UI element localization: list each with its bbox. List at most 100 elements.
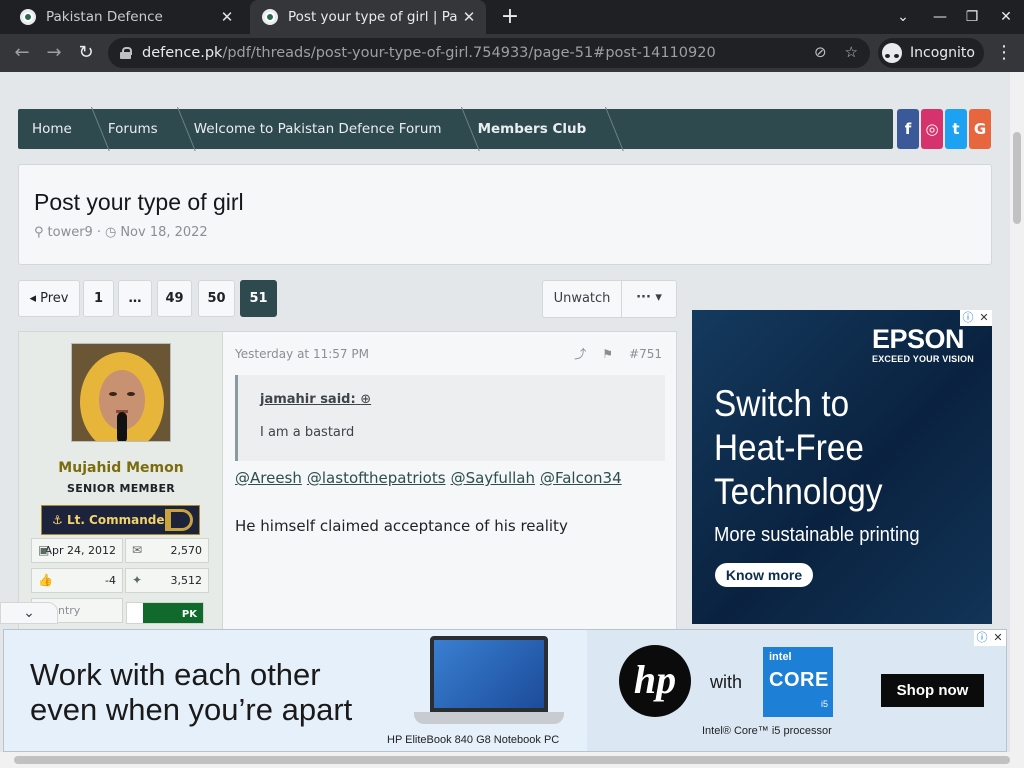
intel-gen: i5 xyxy=(821,699,829,709)
google-icon[interactable]: G xyxy=(969,109,991,149)
ad-close-icon[interactable]: ✕ xyxy=(976,310,992,326)
close-tab-icon[interactable]: ✕ xyxy=(216,8,238,26)
horizontal-scrollbar[interactable] xyxy=(0,752,1024,768)
post-body: He himself claimed acceptance of his rea… xyxy=(235,517,568,535)
mention-link[interactable]: @Falcon34 xyxy=(540,469,622,487)
page-51-current[interactable]: 51 xyxy=(240,280,277,317)
breadcrumb: Home Forums Welcome to Pakistan Defence … xyxy=(18,109,893,149)
clock-icon: ◷ xyxy=(104,225,117,240)
calendar-icon: ▣ xyxy=(38,543,50,557)
joined-date: Apr 24, 2012 xyxy=(44,544,116,557)
with-label: with xyxy=(710,672,743,692)
ad-subline: More sustainable printing xyxy=(714,524,920,546)
unwatch-button[interactable]: Unwatch xyxy=(543,281,622,317)
back-arrow-icon[interactable]: ← xyxy=(8,39,36,67)
know-more-button[interactable]: Know more xyxy=(715,563,813,587)
ad-headline-line: Switch to xyxy=(714,383,850,424)
breadcrumb-forums[interactable]: Forums xyxy=(94,109,180,149)
more-options-button[interactable]: ··· ▾ xyxy=(622,281,676,317)
messages-count: 2,570 xyxy=(170,544,203,557)
facebook-icon[interactable]: f xyxy=(897,109,919,149)
arrow-up-circle-icon: ⊕ xyxy=(360,392,372,407)
ad-info-icon[interactable]: ⓘ xyxy=(974,630,990,646)
prev-label: Prev xyxy=(40,291,69,306)
new-tab-button[interactable]: + xyxy=(498,5,522,29)
country-code: PK xyxy=(181,609,197,620)
page-50-button[interactable]: 50 xyxy=(198,280,235,317)
collapse-ad-chevron-icon[interactable]: ⌄ xyxy=(0,602,58,624)
incognito-icon xyxy=(882,43,902,63)
close-tab-icon[interactable]: ✕ xyxy=(458,8,480,26)
thread-date[interactable]: Nov 18, 2022 xyxy=(120,225,207,240)
ad-headline: Switch to Heat-Free Technology xyxy=(714,382,957,514)
breadcrumb-members-club[interactable]: Members Club xyxy=(464,109,609,149)
site-favicon-icon xyxy=(262,9,278,25)
quote-author[interactable]: jamahir said: ⊕ xyxy=(260,392,371,407)
reactions-stat: 👍 -4 xyxy=(31,568,123,593)
intel-core-badge: intel CORE i5 xyxy=(763,647,833,717)
vertical-scrollbar[interactable] xyxy=(1010,72,1024,752)
scroll-thumb[interactable] xyxy=(14,756,1010,764)
laptop-image xyxy=(414,636,564,732)
bookmark-icon[interactable]: ⚑ xyxy=(602,347,613,361)
browser-menu-icon[interactable]: ⋮ xyxy=(994,39,1014,67)
reaction-score: -4 xyxy=(105,574,116,587)
bottom-ad-headline: Work with each other even when you’re ap… xyxy=(30,657,352,727)
mention-link[interactable]: @lastofthepatriots xyxy=(307,469,446,487)
twitter-icon[interactable]: t xyxy=(945,109,967,149)
breadcrumb-home[interactable]: Home xyxy=(18,109,94,149)
minimize-icon[interactable]: — xyxy=(923,0,957,34)
ad-headline-line: Heat-Free xyxy=(714,427,864,468)
scroll-thumb[interactable] xyxy=(1013,132,1021,224)
tab-search-chevron-icon[interactable]: ⌄ xyxy=(886,0,920,34)
forward-arrow-icon[interactable]: → xyxy=(40,39,68,67)
tab-strip: Pakistan Defence ✕ Post your type of gir… xyxy=(0,0,1024,34)
mention-link[interactable]: @Sayfullah xyxy=(451,469,535,487)
epson-logo: EPSON xyxy=(872,324,965,354)
ad-headline-line: Technology xyxy=(714,471,883,512)
browser-toolbar: ← → ↻ defence.pk/pdf/threads/post-your-t… xyxy=(0,34,1024,72)
tab-title: Pakistan Defence xyxy=(46,9,163,25)
user-icon: ⚲ xyxy=(34,225,44,240)
points-stat: ✦ 3,512 xyxy=(125,568,209,593)
intel-core: CORE xyxy=(769,669,829,691)
breadcrumb-welcome[interactable]: Welcome to Pakistan Defence Forum xyxy=(180,109,464,149)
tracking-eye-off-icon[interactable]: ⊘ xyxy=(814,43,827,61)
instagram-icon[interactable]: ◎ xyxy=(921,109,943,149)
post-actions: ⤴ ⚑ #751 xyxy=(574,345,662,362)
page-ellipsis-button[interactable]: … xyxy=(118,280,152,317)
thread-author[interactable]: tower9 xyxy=(48,225,93,240)
share-icon[interactable]: ⤴ xyxy=(574,345,586,362)
url-host: defence.pk xyxy=(142,45,223,61)
shop-now-button[interactable]: Shop now xyxy=(881,674,984,707)
handshake-icon: ✦ xyxy=(132,573,143,587)
rank-banner: ⚓ Lt. Commander xyxy=(41,505,200,535)
tab-active-thread[interactable]: Post your type of girl | Page 51 | Pakis… xyxy=(250,0,486,34)
ad-info-icon[interactable]: ⓘ xyxy=(960,310,976,326)
tab-pakistan-defence[interactable]: Pakistan Defence ✕ xyxy=(8,0,244,34)
mention-link[interactable]: @Areesh xyxy=(235,469,302,487)
post-timestamp[interactable]: Yesterday at 11:57 PM xyxy=(235,347,369,361)
reload-icon[interactable]: ↻ xyxy=(72,39,100,67)
avatar[interactable] xyxy=(71,343,171,442)
username[interactable]: Mujahid Memon xyxy=(19,460,223,476)
prev-page-button[interactable]: ◂ Prev xyxy=(18,280,80,317)
address-bar[interactable]: defence.pk/pdf/threads/post-your-type-of… xyxy=(108,38,870,68)
page-1-button[interactable]: 1 xyxy=(83,280,114,317)
quote-text: I am a bastard xyxy=(260,425,355,440)
restore-icon[interactable]: ❐ xyxy=(955,0,989,34)
intel-caption: Intel® Core™ i5 processor xyxy=(702,725,832,737)
post-number[interactable]: #751 xyxy=(629,347,662,361)
bookmark-star-icon[interactable]: ☆ xyxy=(845,43,858,61)
ad-close-icon[interactable]: ✕ xyxy=(990,630,1006,646)
bottom-adchoices[interactable]: ⓘ ✕ xyxy=(974,630,1006,646)
adchoices[interactable]: ⓘ ✕ xyxy=(960,310,992,326)
epson-ad[interactable]: EPSON EXCEED YOUR VISION Switch to Heat-… xyxy=(692,310,992,624)
epson-tagline: EXCEED YOUR VISION xyxy=(872,354,974,364)
hp-bottom-ad[interactable]: Work with each other even when you’re ap… xyxy=(3,629,1007,752)
close-window-icon[interactable]: ✕ xyxy=(989,0,1023,34)
messages-stat: ✉ 2,570 xyxy=(125,538,209,563)
thread-meta: ⚲ tower9 · ◷ Nov 18, 2022 xyxy=(34,225,208,240)
page-49-button[interactable]: 49 xyxy=(157,280,192,317)
incognito-profile-button[interactable]: Incognito xyxy=(878,38,984,68)
